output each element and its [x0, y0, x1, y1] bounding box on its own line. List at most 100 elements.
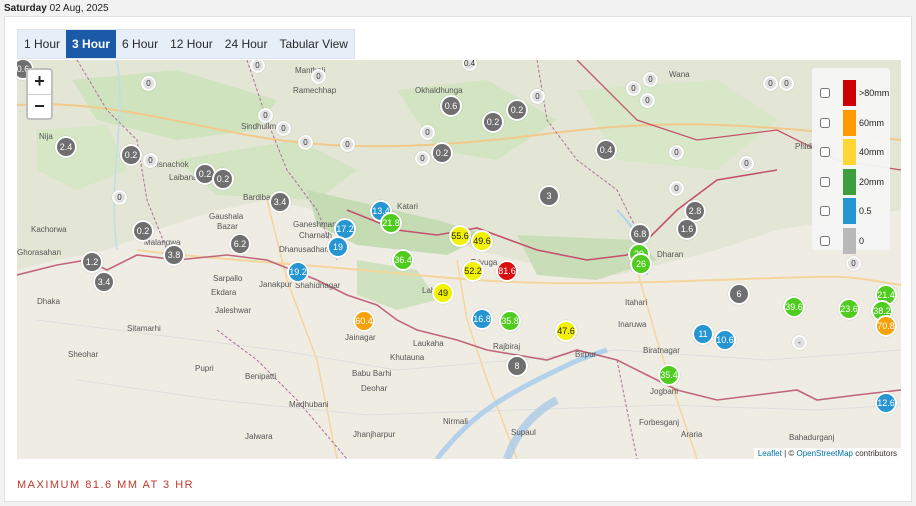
- rainfall-station-marker[interactable]: 0: [311, 69, 326, 84]
- rainfall-station-marker[interactable]: 0: [420, 125, 435, 140]
- map-attribution: Leaflet | © OpenStreetMap contributors: [753, 448, 901, 459]
- rainfall-station-marker[interactable]: 6.2: [229, 233, 251, 255]
- rainfall-station-marker[interactable]: 0: [626, 81, 641, 96]
- rainfall-station-marker[interactable]: 0.6: [440, 95, 462, 117]
- rainfall-station-marker[interactable]: 47.6: [555, 320, 577, 342]
- rainfall-station-marker[interactable]: 0.2: [506, 99, 528, 121]
- rainfall-station-marker[interactable]: 0: [141, 76, 156, 91]
- rainfall-station-marker[interactable]: 8: [506, 355, 528, 377]
- rainfall-station-marker[interactable]: 52.2: [462, 260, 484, 282]
- legend-label: >80mm: [859, 88, 890, 98]
- legend-swatch: [843, 110, 856, 136]
- rainfall-station-marker[interactable]: -: [792, 335, 807, 350]
- rainfall-station-marker[interactable]: 21.8: [380, 212, 402, 234]
- rainfall-station-marker[interactable]: 0: [340, 137, 355, 152]
- rainfall-station-marker[interactable]: 0: [112, 190, 127, 205]
- rainfall-station-marker[interactable]: 0: [739, 156, 754, 171]
- place-label: Itahari: [625, 298, 648, 307]
- rainfall-station-marker[interactable]: 0: [258, 108, 273, 123]
- rainfall-station-marker[interactable]: 0.4: [595, 139, 617, 161]
- rainfall-station-marker[interactable]: 6: [728, 283, 750, 305]
- legend-checkbox[interactable]: [820, 147, 830, 157]
- rainfall-station-marker[interactable]: 0.2: [482, 111, 504, 133]
- rainfall-station-marker[interactable]: 11: [692, 323, 714, 345]
- place-label: Shahidnagar: [295, 281, 341, 290]
- legend-checkbox[interactable]: [820, 206, 830, 216]
- tab-6-hour[interactable]: 6 Hour: [116, 30, 164, 58]
- rainfall-station-marker[interactable]: 1.6: [676, 218, 698, 240]
- place-label: Jogbani: [650, 387, 679, 396]
- place-label: Ramechhap: [293, 86, 337, 95]
- rainfall-station-marker[interactable]: 0: [643, 72, 658, 87]
- rainfall-station-marker[interactable]: 1.2: [81, 251, 103, 273]
- tab-24-hour[interactable]: 24 Hour: [219, 30, 274, 58]
- rainfall-station-marker[interactable]: 70.8: [875, 315, 897, 337]
- rainfall-station-marker[interactable]: 0: [298, 135, 313, 150]
- zoom-out-button[interactable]: −: [28, 94, 51, 118]
- rainfall-station-marker[interactable]: 0: [276, 121, 291, 136]
- legend-checkbox[interactable]: [820, 236, 830, 246]
- rainfall-map[interactable]: Nija Ghorasahan Kachorwa Dhaka Sitamarhi…: [17, 60, 901, 459]
- rainfall-station-marker[interactable]: 19: [327, 236, 349, 258]
- attribution-separator: | ©: [781, 449, 797, 458]
- tab-1-hour[interactable]: 1 Hour: [18, 30, 66, 58]
- rainfall-station-marker[interactable]: 0.2: [132, 220, 154, 242]
- rainfall-station-marker[interactable]: 0.2: [120, 144, 142, 166]
- rainfall-station-marker[interactable]: 3.8: [163, 244, 185, 266]
- zoom-in-button[interactable]: +: [28, 70, 51, 94]
- openstreetmap-link[interactable]: OpenStreetMap: [796, 449, 852, 458]
- legend-swatch: [843, 228, 856, 254]
- rainfall-station-marker[interactable]: 2.4: [55, 136, 77, 158]
- place-label: Laukaha: [413, 339, 444, 348]
- rainfall-station-marker[interactable]: 12.6: [875, 392, 897, 414]
- rainfall-station-marker[interactable]: 23.6: [838, 298, 860, 320]
- rainfall-station-marker[interactable]: 0: [779, 76, 794, 91]
- tab-3-hour[interactable]: 3 Hour: [66, 30, 117, 58]
- tab-tabular-view[interactable]: Tabular View: [273, 30, 353, 58]
- legend-checkbox[interactable]: [820, 88, 830, 98]
- rainfall-station-marker[interactable]: 0: [846, 256, 861, 271]
- rainfall-station-marker[interactable]: 16.8: [471, 308, 493, 330]
- place-label: Sarpallo: [213, 274, 243, 283]
- legend-checkbox[interactable]: [820, 118, 830, 128]
- place-label: Rajbiraj: [493, 342, 521, 351]
- legend-swatch: [843, 169, 856, 195]
- rainfall-station-marker[interactable]: 81.6: [496, 260, 518, 282]
- tab-12-hour[interactable]: 12 Hour: [164, 30, 219, 58]
- rainfall-station-marker[interactable]: 0: [415, 151, 430, 166]
- rainfall-station-marker[interactable]: 0.2: [212, 168, 234, 190]
- rainfall-station-marker[interactable]: 0: [763, 76, 778, 91]
- rainfall-station-marker[interactable]: 19.2: [287, 261, 309, 283]
- rainfall-station-marker[interactable]: 35.8: [499, 310, 521, 332]
- rainfall-station-marker[interactable]: 0: [669, 181, 684, 196]
- rainfall-station-marker[interactable]: 0.2: [431, 142, 453, 164]
- rainfall-station-marker[interactable]: 60.4: [353, 310, 375, 332]
- rainfall-station-marker[interactable]: 26: [630, 253, 652, 275]
- place-label: Katari: [397, 202, 418, 211]
- place-label: Okhaldhunga: [415, 86, 463, 95]
- rainfall-station-marker[interactable]: 6.8: [629, 223, 651, 245]
- place-label: Jainagar: [345, 333, 376, 342]
- rainfall-station-marker[interactable]: 3.4: [269, 191, 291, 213]
- rainfall-station-marker[interactable]: 55.6: [449, 225, 471, 247]
- rainfall-legend: >80mm 60mm 40mm 20mm 0.5 0: [812, 68, 890, 254]
- place-label: Bahadurganj: [789, 433, 835, 442]
- rainfall-station-marker[interactable]: 10.6: [714, 329, 736, 351]
- leaflet-link[interactable]: Leaflet: [758, 449, 782, 458]
- rainfall-station-marker[interactable]: 35.4: [658, 364, 680, 386]
- rainfall-station-marker[interactable]: 36.4: [392, 249, 414, 271]
- rainfall-station-marker[interactable]: 3.4: [93, 271, 115, 293]
- place-label: Babu Barhi: [352, 369, 392, 378]
- rainfall-station-marker[interactable]: 0: [640, 93, 655, 108]
- rainfall-station-marker[interactable]: 3: [538, 185, 560, 207]
- rainfall-station-marker[interactable]: 0: [669, 145, 684, 160]
- rainfall-station-marker[interactable]: 39.6: [783, 296, 805, 318]
- legend-checkbox[interactable]: [820, 177, 830, 187]
- rainfall-station-marker[interactable]: 0: [143, 153, 158, 168]
- rainfall-station-marker[interactable]: 49.6: [471, 230, 493, 252]
- place-label: Nija: [39, 132, 53, 141]
- place-label: Dhaka: [37, 297, 61, 306]
- rainfall-panel: 1 Hour 3 Hour 6 Hour 12 Hour 24 Hour Tab…: [4, 16, 912, 502]
- rainfall-station-marker[interactable]: 49: [432, 282, 454, 304]
- rainfall-station-marker[interactable]: 0: [530, 89, 545, 104]
